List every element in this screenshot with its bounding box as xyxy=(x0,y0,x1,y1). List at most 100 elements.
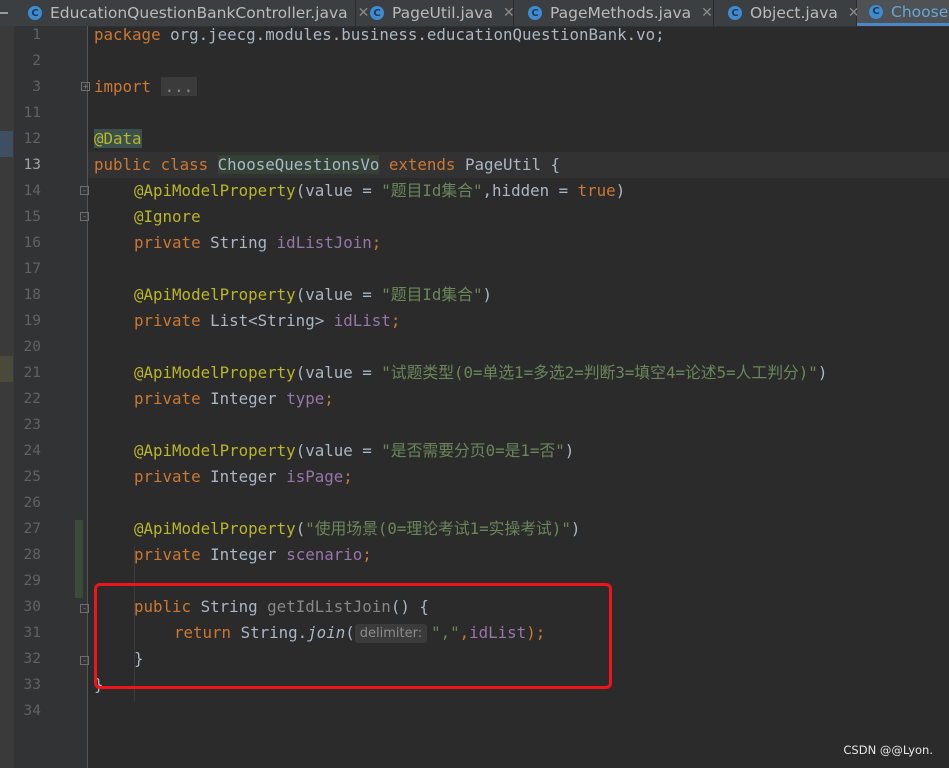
gutter-marker xyxy=(0,131,13,157)
tab-label: PageUtil.java xyxy=(392,4,493,22)
code-text: ) xyxy=(570,519,581,538)
line-number: 21 xyxy=(23,365,41,381)
code-line: package org.jeecg.modules.business.educa… xyxy=(94,22,949,48)
line-number: 16 xyxy=(23,235,41,251)
code-line: @ApiModelProperty(value = "题目Id集合") xyxy=(134,282,949,308)
line-number: 27 xyxy=(23,521,41,537)
keyword: true xyxy=(577,181,616,200)
type-name: Integer xyxy=(200,545,287,564)
annotation: @ApiModelProperty xyxy=(134,181,296,200)
highlight-box xyxy=(94,583,612,689)
line-number-gutter[interactable]: 1 2 3 11 12 13 14 15 16 17 18 19 20 21 2… xyxy=(0,26,90,768)
line-number: 30 xyxy=(23,599,41,615)
keyword: private xyxy=(134,389,201,408)
folded-imports[interactable]: ... xyxy=(160,77,198,96)
close-icon[interactable]: ✕ xyxy=(503,5,515,21)
tab-overflow-indicator[interactable] xyxy=(0,12,8,14)
code-text: (value = xyxy=(295,363,382,382)
code-line: private Integer scenario; xyxy=(134,542,949,568)
annotation: @ApiModelProperty xyxy=(134,285,296,304)
code-line: @ApiModelProperty(value = "题目Id集合",hidde… xyxy=(134,178,949,204)
watermark: CSDN @@Lyon. xyxy=(843,743,933,757)
keyword: private xyxy=(134,311,201,330)
code-text: (value = xyxy=(295,181,382,200)
keyword: extends xyxy=(388,155,456,174)
code-text: ; xyxy=(343,467,353,486)
tab-label: Object.java xyxy=(750,4,838,22)
string-literal: "是否需要分页0=是1=否" xyxy=(381,441,565,460)
field-name: idListJoin xyxy=(276,233,372,252)
keyword: public class xyxy=(94,155,209,174)
line-number: 3 xyxy=(32,79,41,95)
code-text: ,hidden = xyxy=(482,181,578,200)
line-number: 2 xyxy=(32,53,41,69)
type-name: Integer xyxy=(200,467,287,486)
code-text: ; xyxy=(390,311,401,330)
code-line: @ApiModelProperty("使用场景(0=理论考试1=实操考试)") xyxy=(134,516,949,542)
code-text: ) xyxy=(817,363,828,382)
code-line: private Integer isPage; xyxy=(134,464,949,490)
keyword: private xyxy=(134,467,201,486)
annotation: @ApiModelProperty xyxy=(134,519,296,538)
field-name: idList xyxy=(333,311,391,330)
class-icon: C xyxy=(528,6,542,20)
code-line: @ApiModelProperty(value = "试题类型(0=单选1=多选… xyxy=(134,360,949,386)
tab-label: EducationQuestionBankController.java xyxy=(50,4,348,22)
class-icon: C xyxy=(728,6,742,20)
code-text: ( xyxy=(295,519,306,538)
line-number: 23 xyxy=(23,417,41,433)
line-number: 24 xyxy=(23,443,41,459)
class-icon: C xyxy=(370,6,384,20)
line-number-current: 13 xyxy=(23,157,41,173)
close-icon[interactable]: ✕ xyxy=(701,5,713,21)
line-number: 19 xyxy=(23,313,41,329)
line-number: 12 xyxy=(23,131,41,147)
code-text: PageUtil { xyxy=(455,155,561,174)
code-line: @Ignore xyxy=(134,204,949,230)
gutter-marker xyxy=(0,356,13,382)
code-text: ; xyxy=(362,545,372,564)
type-name: List<String> xyxy=(200,311,334,330)
code-line-current: public class ChooseQuestionsVo extends P… xyxy=(88,152,949,178)
tab-label: PageMethods.java xyxy=(550,4,692,22)
code-text: ) xyxy=(564,441,575,460)
type-name: String xyxy=(200,233,277,252)
type-name: Integer xyxy=(200,389,287,408)
line-number: 32 xyxy=(23,651,41,667)
string-literal: "使用场景(0=理论考试1=实操考试)" xyxy=(305,519,571,538)
code-text: (value = xyxy=(295,441,382,460)
keyword: import xyxy=(94,77,152,96)
code-line: @ApiModelProperty(value = "是否需要分页0=是1=否"… xyxy=(134,438,949,464)
vcs-change-marker[interactable] xyxy=(75,520,83,598)
code-text: (value = xyxy=(295,285,382,304)
code-text: ; xyxy=(324,389,334,408)
class-icon: C xyxy=(28,6,42,20)
string-literal: "试题类型(0=单选1=多选2=判断3=填空4=论述5=人工判分)" xyxy=(381,363,818,382)
line-number: 25 xyxy=(23,469,41,485)
annotation: @ApiModelProperty xyxy=(134,363,296,382)
code-line: private Integer type; xyxy=(134,386,949,412)
field-name: scenario xyxy=(286,545,363,564)
annotation: @Data xyxy=(94,129,142,148)
line-number: 34 xyxy=(23,703,41,719)
string-literal: "题目Id集合" xyxy=(381,181,483,200)
code-text: ; xyxy=(371,233,382,252)
annotation: @ApiModelProperty xyxy=(134,441,296,460)
line-number: 14 xyxy=(23,183,41,199)
line-number: 26 xyxy=(23,495,41,511)
code-line: import ... xyxy=(94,74,949,100)
keyword: package xyxy=(94,25,161,44)
field-name: type xyxy=(286,389,325,408)
code-line: private List<String> idList; xyxy=(134,308,949,334)
keyword: private xyxy=(134,545,201,564)
line-number: 20 xyxy=(23,339,41,355)
class-icon: C xyxy=(869,4,883,19)
code-line: @Data xyxy=(94,126,949,152)
line-number: 18 xyxy=(23,287,41,303)
annotation: @Ignore xyxy=(134,207,201,226)
class-name: ChooseQuestionsVo xyxy=(217,155,380,174)
code-line: private String idListJoin; xyxy=(134,230,949,256)
line-number: 15 xyxy=(23,209,41,225)
code-text: ) xyxy=(482,285,493,304)
line-number: 17 xyxy=(23,261,41,277)
